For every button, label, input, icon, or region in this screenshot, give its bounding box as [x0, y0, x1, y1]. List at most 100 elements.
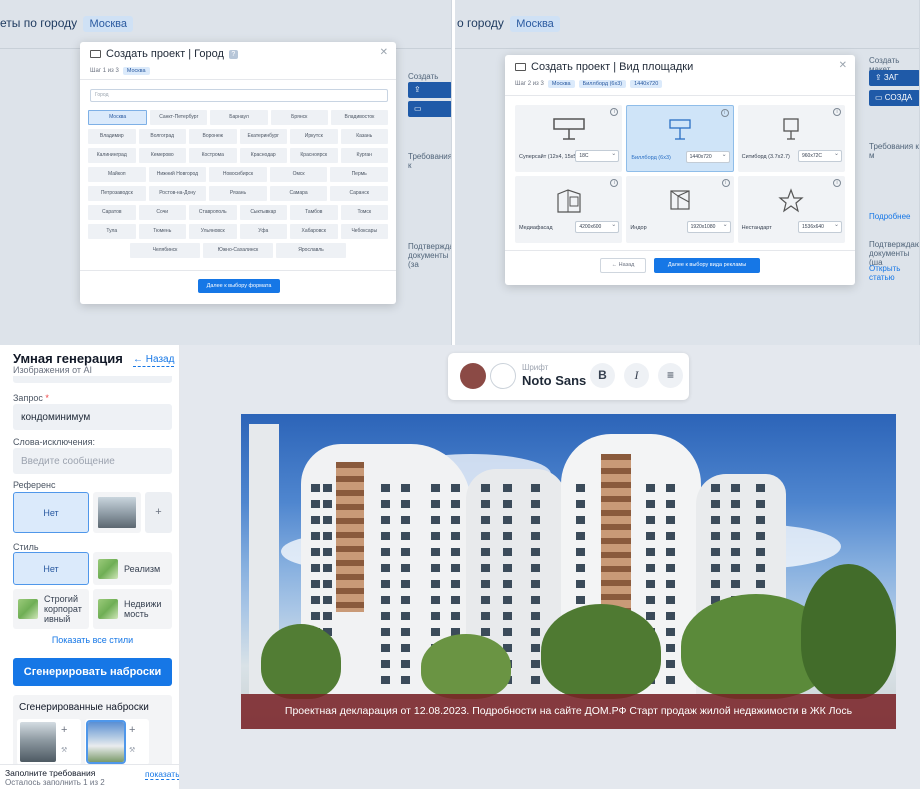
city-option[interactable]: Тамбов [290, 205, 338, 220]
city-option[interactable]: Иркутск [290, 129, 338, 144]
venue-size-select[interactable]: 18C [575, 150, 620, 162]
city-option[interactable]: Брянск [270, 110, 328, 125]
venue-size-select[interactable]: 1920x1080 [686, 221, 731, 233]
color-swatch-primary[interactable] [460, 363, 486, 389]
city-search-input[interactable]: Город [90, 89, 388, 102]
city-option[interactable]: Курган [340, 148, 388, 163]
city-option[interactable]: Саранск [330, 186, 388, 201]
city-option[interactable]: Саратов [88, 205, 136, 220]
city-option[interactable]: Тюмень [138, 224, 186, 239]
city-option[interactable]: Ставрополь [189, 205, 237, 220]
color-swatch-secondary[interactable] [490, 363, 516, 389]
help-icon[interactable]: ? [228, 49, 238, 59]
city-option[interactable]: Майкоп [88, 167, 146, 182]
city-option[interactable]: Новосибирск [209, 167, 267, 182]
bold-button[interactable]: B [590, 363, 615, 388]
close-icon-2[interactable]: ✕ [839, 60, 847, 71]
city-option[interactable]: Барнаул [210, 110, 268, 125]
venue-option[interactable]: i Нестандарт 1536x640 [737, 176, 845, 243]
banner-canvas[interactable]: Проектная декларация от 12.08.2023. Подр… [241, 414, 896, 729]
next-to-format-button[interactable]: Далее к выбору формата [198, 279, 280, 293]
venue-size-select[interactable]: 960x72C [798, 150, 842, 162]
city-option[interactable]: Уфа [239, 224, 287, 239]
city-option[interactable]: Самара [269, 186, 328, 201]
city-option[interactable]: Санкт-Петербург [150, 110, 208, 125]
info-icon[interactable]: i [610, 108, 619, 116]
city-option[interactable]: Москва [88, 110, 148, 125]
back-link[interactable]: ← Назад [133, 354, 175, 367]
add-reference-button[interactable]: + [145, 492, 172, 533]
venue-size-select[interactable]: 1536x640 [798, 221, 842, 233]
bg-more-link[interactable]: Подробнее [869, 212, 911, 221]
city-option[interactable]: Рязань [209, 186, 267, 201]
venue-option[interactable]: i Индор 1920x1080 [626, 176, 734, 243]
info-icon[interactable]: i [833, 108, 841, 116]
bg-create-button-2[interactable]: ▭ СОЗДА [869, 90, 919, 106]
style-corporate-option[interactable]: Строгий корпорат ивный [13, 589, 89, 629]
city-option[interactable]: Ярославль [276, 243, 346, 258]
city-option[interactable]: Хабаровск [290, 224, 338, 239]
city-option[interactable]: Кемерово [138, 148, 186, 163]
city-option[interactable]: Екатеринбург [239, 129, 287, 144]
bg-open-article-link[interactable]: Открыть статью [869, 264, 919, 282]
city-option[interactable]: Челябинск [130, 243, 200, 258]
next-to-ad-type-button[interactable]: Далее к выбору вида рекламы [654, 258, 760, 273]
city-option[interactable]: Петрозаводск [88, 186, 146, 201]
city-option[interactable]: Казань [340, 129, 388, 144]
venue-option[interactable]: i Медиафасад 4200x600 [515, 176, 623, 243]
plus-icon-2[interactable]: + [129, 724, 135, 736]
reference-image-thumb[interactable] [93, 492, 141, 533]
venue-option[interactable]: i Биллборд (6x3) 1440x720 [626, 105, 734, 172]
close-icon[interactable]: ✕ [380, 47, 388, 58]
bg-city-chip[interactable]: Москва [83, 16, 134, 32]
city-option[interactable]: Ростов-на-Дону [148, 186, 207, 201]
city-option[interactable]: Калининград [88, 148, 136, 163]
show-all-styles-link[interactable]: Показать все стили [13, 635, 172, 645]
font-select[interactable]: Noto Sans [522, 373, 586, 388]
info-icon[interactable]: i [833, 179, 841, 187]
city-option[interactable]: Нижний Новгород [148, 167, 207, 182]
city-option[interactable]: Томск [340, 205, 388, 220]
generate-sketches-button[interactable]: Сгенерировать наброски [13, 658, 172, 686]
city-option[interactable]: Владивосток [330, 110, 389, 125]
venue-option[interactable]: i Ситиборд (3.7x2.7) 960x72C [737, 105, 845, 172]
city-option[interactable]: Краснодар [239, 148, 287, 163]
city-option[interactable]: Южно-Сахалинск [203, 243, 273, 258]
align-button[interactable]: ≡ [658, 363, 683, 388]
style-realestate-option[interactable]: Недвижи мость [93, 589, 172, 629]
plus-icon[interactable]: + [61, 724, 67, 736]
city-option[interactable]: Волгоград [138, 129, 186, 144]
city-option[interactable]: Омск [269, 167, 328, 182]
city-option[interactable]: Сыктывкар [239, 205, 287, 220]
info-icon[interactable]: i [720, 109, 729, 117]
banner-caption[interactable]: Проектная декларация от 12.08.2023. Подр… [241, 694, 896, 729]
sketch-thumb-2[interactable]: + ⚒ [85, 719, 149, 765]
back-button[interactable]: ← Назад [600, 258, 646, 273]
city-option[interactable]: Пермь [330, 167, 388, 182]
city-option[interactable]: Кострома [189, 148, 237, 163]
bg-upload-button[interactable]: ⇪ [408, 82, 451, 98]
query-input[interactable]: кондоминимум [13, 404, 172, 430]
style-none-option[interactable]: Нет [13, 552, 89, 585]
info-icon[interactable]: i [610, 179, 619, 187]
reference-none-option[interactable]: Нет [13, 492, 89, 533]
bg-upload-button-2[interactable]: ⇪ ЗАГ [869, 70, 919, 86]
footer-show-link[interactable]: показать [145, 769, 179, 780]
venue-size-select[interactable]: 1440x720 [685, 151, 730, 163]
venue-option[interactable]: i Суперсайт (12x4, 15x5) 18C [515, 105, 623, 172]
city-option[interactable]: Воронеж [189, 129, 237, 144]
city-option[interactable]: Ульяновск [189, 224, 237, 239]
city-option[interactable]: Чебоксары [340, 224, 388, 239]
style-realism-option[interactable]: Реализм [93, 552, 172, 585]
venue-size-select[interactable]: 4200x600 [575, 221, 620, 233]
city-option[interactable]: Сочи [138, 205, 186, 220]
city-option[interactable]: Красноярск [290, 148, 338, 163]
italic-button[interactable]: I [624, 363, 649, 388]
city-option[interactable]: Владимир [88, 129, 136, 144]
bg-city-chip-2[interactable]: Москва [510, 16, 560, 32]
exclusions-input[interactable]: Введите сообщение [13, 448, 172, 474]
bg-create-button[interactable]: ▭ [408, 101, 451, 117]
magic-icon-2[interactable]: ⚒ [129, 746, 135, 754]
city-option[interactable]: Тула [88, 224, 136, 239]
info-icon[interactable]: i [721, 179, 730, 187]
